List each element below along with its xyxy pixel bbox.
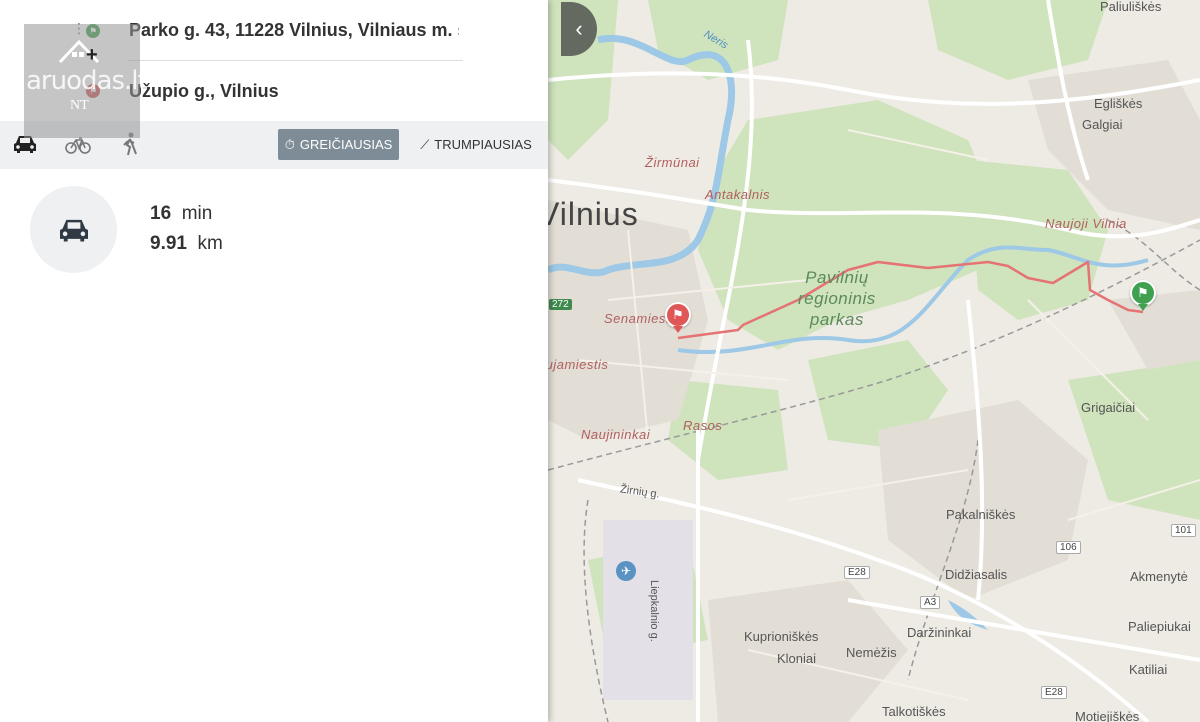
- town-label: Akmenytė: [1130, 569, 1188, 584]
- town-label: Pakalniškės: [946, 507, 1016, 522]
- town-label: Grigaičiai: [1081, 400, 1136, 415]
- town-label: Daržininkai: [907, 625, 972, 640]
- town-label: Motiejiškės: [1075, 709, 1140, 722]
- shortest-route-button[interactable]: ⟋ TRUMPIAUSIAS: [416, 129, 536, 160]
- town-label: Paliepiukai: [1128, 619, 1191, 634]
- logo-brand: aruodas.lt: [26, 66, 148, 96]
- town-label: Galgiai: [1082, 117, 1123, 132]
- district-label: Antakalnis: [705, 187, 770, 202]
- road-number: 101: [1171, 524, 1196, 537]
- fastest-route-button[interactable]: ⏱ GREIČIAUSIAS: [278, 129, 399, 160]
- logo-sub: NT: [70, 98, 89, 113]
- district-label: Naujoji Vilnia: [1045, 216, 1127, 231]
- ruler-icon: ⟋: [420, 136, 430, 152]
- aruodas-logo: + aruodas.lt NT: [24, 24, 148, 138]
- town-label: Kloniai: [777, 651, 817, 666]
- town-label: Didžiasalis: [945, 567, 1008, 582]
- road-number: 272: [549, 299, 572, 310]
- origin-address[interactable]: Parko g. 43, 11228 Vilnius, Vilniaus m. …: [129, 20, 459, 41]
- stopwatch-icon: ⏱: [284, 136, 295, 152]
- town-label: Egliškės: [1094, 96, 1143, 111]
- road-number: E28: [844, 566, 870, 579]
- district-label: Naujamiestis: [548, 357, 609, 372]
- airport-icon: ✈: [616, 561, 636, 581]
- district-label: Žirmūnai: [645, 155, 700, 170]
- road-number: E28: [1041, 686, 1067, 699]
- plus-icon: +: [86, 44, 98, 66]
- street-label: Liepkalnio g.: [648, 580, 660, 642]
- directions-panel: ⋮ ⚑ Parko g. 43, 11228 Vilnius, Vilniaus…: [0, 0, 548, 722]
- travel-distance: 9.91 km: [150, 233, 223, 254]
- road-number: A3: [920, 596, 941, 609]
- city-label: Vilnius: [548, 196, 639, 232]
- map-view[interactable]: Vilnius Žirmūnai Antakalnis Naujoji Viln…: [548, 0, 1200, 722]
- result-car-icon: [30, 186, 117, 273]
- town-label: Nemėžis: [846, 645, 897, 660]
- destination-flag-icon[interactable]: ⚑: [665, 302, 691, 333]
- town-label: Kuprioniškės: [744, 629, 819, 644]
- route-result[interactable]: 16 min 9.91 km: [0, 169, 548, 279]
- divider: [128, 60, 463, 61]
- district-label: Naujininkai: [581, 427, 651, 442]
- travel-time: 16 min: [150, 203, 213, 224]
- town-label: Paliuliškės: [1100, 0, 1162, 14]
- destination-address[interactable]: Užupio g., Vilnius: [129, 81, 279, 102]
- park-label: Pavilnių regioninis parkas: [798, 268, 876, 329]
- town-label: Talkotiškės: [882, 704, 946, 719]
- chevron-left-icon: ‹: [575, 16, 583, 41]
- road-number: 106: [1056, 541, 1081, 554]
- origin-flag-icon[interactable]: ⚑: [1130, 280, 1156, 311]
- town-label: Katiliai: [1129, 662, 1168, 677]
- district-label: Rasos: [683, 418, 723, 433]
